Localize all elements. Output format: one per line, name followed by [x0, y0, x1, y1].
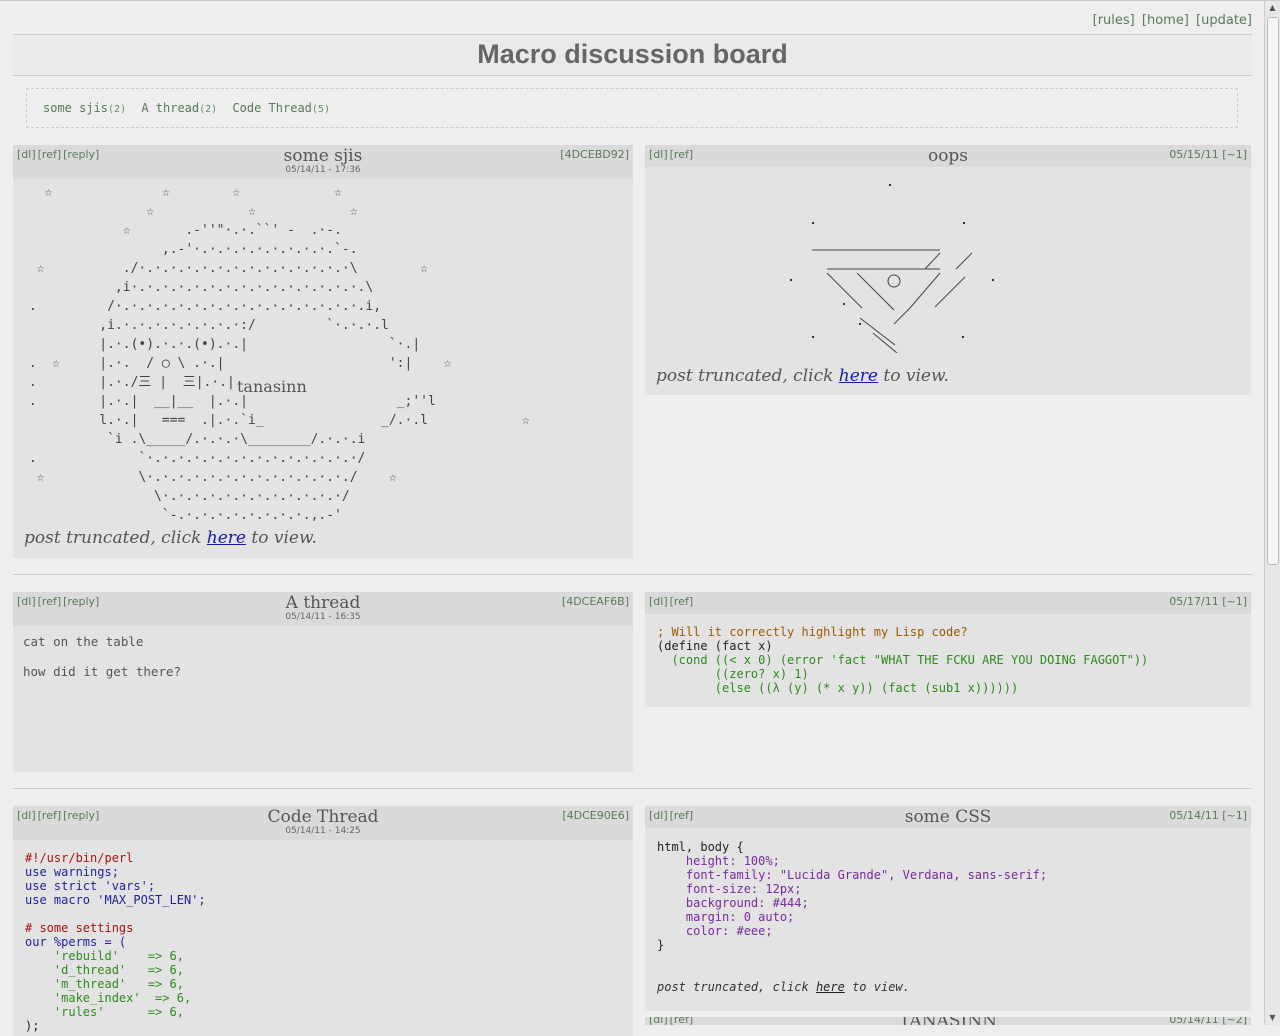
thread-title: A thread	[285, 593, 361, 613]
view-full-post-link[interactable]: here	[839, 366, 878, 386]
post-meta: 05/15/11 [~1]	[1169, 148, 1247, 161]
post-title: oops	[927, 146, 969, 166]
thread-2-reply: [dl] [ref] 05/17/11 [~1] ; Will it correc…	[645, 592, 1251, 707]
post-header: [dl] [ref] [reply] A thread 05/14/11 - 16:…	[13, 592, 633, 626]
thread-id[interactable]: [4DCE90E6]	[562, 809, 629, 822]
thread-1-op: [dl] [ref] [reply] some sjis 05/14/11 - 17…	[13, 145, 633, 558]
scroll-down-arrow-icon[interactable]: ▼	[1265, 1011, 1280, 1025]
post-actions: [dl] [ref]	[649, 595, 695, 608]
thread-3-op: [dl] [ref] [reply] Code Thread 05/14/11 - …	[13, 806, 633, 1036]
art-label: tanasinn	[237, 377, 307, 396]
dl-link[interactable]: [dl]	[649, 595, 668, 608]
home-link[interactable]: [home]	[1142, 13, 1189, 28]
page-title: Macro discussion board	[477, 39, 788, 69]
view-full-post-link[interactable]: here	[816, 980, 845, 994]
thread-list: some sjis(2) A thread(2) Code Thread(5)	[26, 88, 1238, 128]
thread-date: 05/14/11 - 17:36	[285, 165, 361, 175]
update-link[interactable]: [update]	[1196, 13, 1252, 28]
thread-link-code-thread[interactable]: Code Thread(5)	[232, 101, 330, 115]
ref-link[interactable]: [ref]	[670, 595, 694, 608]
perl-code-block: #!/usr/bin/perl use warnings; use strict…	[25, 851, 206, 1033]
board-header: Macro discussion board	[13, 34, 1252, 76]
truncated-notice: post truncated, click here to view.	[656, 366, 949, 386]
thread-title: Code Thread	[267, 807, 379, 827]
thread-1-reply: [dl] [ref] oops 05/15/11 [~1] post trunc…	[645, 145, 1251, 395]
truncated-notice: post truncated, click here to view.	[657, 980, 910, 994]
sjis-art: ☆ ☆ ☆ ☆ ☆ ☆ ☆ ☆ .-''"·.·.``' - .·-. ,.-'…	[28, 185, 530, 523]
post-header: [dl] [ref] some CSS 05/14/11 [~1]	[645, 806, 1251, 828]
post-header: [dl] [ref] [reply] Code Thread 05/14/11 - …	[13, 806, 633, 840]
thread-id[interactable]: [4DCEBD92]	[560, 148, 629, 161]
post-title: some CSS	[904, 807, 992, 827]
thread-id[interactable]: [4DCEAF6B]	[562, 595, 629, 608]
scroll-up-arrow-icon[interactable]: ▲	[1265, 1, 1280, 15]
post-header: [dl] [ref] 05/17/11 [~1]	[645, 592, 1251, 614]
thread-date: 05/14/11 - 14:25	[285, 826, 361, 836]
post-meta: 05/14/11 [~1]	[1169, 809, 1247, 822]
rules-link[interactable]: [rules]	[1093, 13, 1135, 28]
post-header: [dl] [ref] oops 05/15/11 [~1]	[645, 145, 1251, 167]
top-nav: [rules] [home] [update]	[1090, 13, 1252, 28]
scroll-thumb[interactable]	[1267, 17, 1279, 565]
thread-title: some sjis	[283, 146, 363, 166]
lisp-code-block: ; Will it correctly highlight my Lisp co…	[657, 625, 1149, 695]
thread-divider	[13, 788, 1252, 789]
truncated-notice: post truncated, click here to view.	[24, 528, 317, 548]
view-full-post-link[interactable]: here	[207, 528, 246, 548]
thread-2-op: [dl] [ref] [reply] A thread 05/14/11 - 16:…	[13, 592, 633, 772]
thread-3-reply: [dl] [ref] some CSS 05/14/11 [~1] html, b…	[645, 806, 1251, 1011]
geometric-art	[790, 184, 994, 353]
thread-link-a-thread[interactable]: A thread(2)	[141, 101, 217, 115]
thread-divider	[13, 574, 1252, 575]
post-meta: 05/17/11 [~1]	[1169, 595, 1247, 608]
post-body: cat on the table how did it get there?	[23, 634, 182, 679]
css-code-block: html, body { height: 100%; font-family: …	[657, 840, 1048, 952]
thread-link-some-sjis[interactable]: some sjis(2)	[43, 101, 126, 115]
thread-date: 05/14/11 - 16:35	[285, 612, 361, 622]
vertical-scrollbar[interactable]: ▲ ▼	[1264, 1, 1280, 1025]
post-header: [dl] [ref] [reply] some sjis 05/14/11 - 17…	[13, 145, 633, 179]
